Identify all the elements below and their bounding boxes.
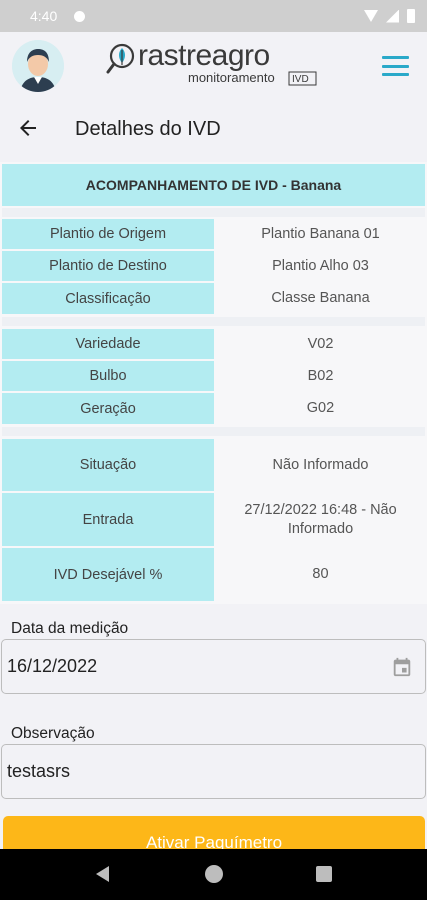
- row-value: 27/12/2022 16:48 - Não Informado: [216, 493, 425, 546]
- nav-recents-icon[interactable]: [316, 866, 332, 882]
- observation-value: testasrs: [7, 761, 71, 781]
- row-value: G02: [216, 393, 425, 424]
- date-field[interactable]: 16/12/2022: [1, 639, 426, 694]
- nav-home-icon[interactable]: [205, 865, 223, 883]
- divider: [2, 427, 425, 436]
- user-avatar-icon: [12, 40, 64, 92]
- logo-badge: IVD: [292, 74, 309, 85]
- signal-icon: [386, 9, 399, 23]
- table-row: Variedade V02: [2, 329, 425, 359]
- divider: [2, 208, 425, 217]
- row-value: Plantio Banana 01: [216, 219, 425, 249]
- row-value: 80: [216, 548, 425, 601]
- row-label: IVD Desejável %: [2, 548, 214, 601]
- row-label: Plantio de Destino: [2, 251, 214, 281]
- row-value: Classe Banana: [216, 283, 425, 314]
- table-row: Bulbo B02: [2, 361, 425, 391]
- date-value: 16/12/2022: [7, 656, 98, 676]
- row-label: Variedade: [2, 329, 214, 359]
- back-arrow-icon[interactable]: [16, 116, 40, 140]
- logo-subtext: monitoramento: [188, 70, 275, 85]
- hamburger-menu-icon[interactable]: [382, 56, 409, 76]
- table-row: Plantio de Origem Plantio Banana 01: [2, 219, 425, 249]
- row-value: Plantio Alho 03: [216, 251, 425, 281]
- table-row: Situação Não Informado: [2, 439, 425, 491]
- wifi-icon: [364, 10, 378, 22]
- avatar[interactable]: [12, 40, 64, 92]
- calendar-icon[interactable]: [391, 656, 413, 678]
- logo-text: rastreagro: [138, 39, 270, 72]
- navigation-bar: [0, 849, 427, 900]
- table-row: Geração G02: [2, 393, 425, 424]
- page-title: Detalhes do IVD: [75, 118, 221, 140]
- observation-field[interactable]: testasrs: [1, 744, 426, 799]
- section-title: ACOMPANHAMENTO DE IVD - Banana: [2, 164, 425, 206]
- title-bar: Detalhes do IVD: [0, 96, 427, 162]
- status-icons: [364, 9, 415, 23]
- status-time: 4:40: [30, 8, 58, 24]
- nav-back-icon[interactable]: [96, 866, 109, 882]
- table-row: IVD Desejável % 80: [2, 548, 425, 601]
- row-label: Situação: [2, 439, 214, 491]
- details-panel: ACOMPANHAMENTO DE IVD - Banana Plantio d…: [0, 162, 427, 604]
- row-label: Entrada: [2, 493, 214, 546]
- row-label: Bulbo: [2, 361, 214, 391]
- row-label: Classificação: [2, 283, 214, 314]
- row-value: Não Informado: [216, 439, 425, 491]
- row-label: Geração: [2, 393, 214, 424]
- row-value: V02: [216, 329, 425, 359]
- status-bar: 4:40: [0, 0, 427, 32]
- table-row: Plantio de Destino Plantio Alho 03: [2, 251, 425, 281]
- row-label: Plantio de Origem: [2, 219, 214, 249]
- table-row: Classificação Classe Banana: [2, 283, 425, 314]
- observation-label: Observação: [11, 725, 95, 742]
- date-label: Data da medição: [11, 620, 129, 637]
- row-value: B02: [216, 361, 425, 391]
- notification-icon: [74, 11, 85, 22]
- table-row: Entrada 27/12/2022 16:48 - Não Informado: [2, 493, 425, 546]
- rastreagro-logo: rastreagro monitoramento IVD: [106, 39, 317, 86]
- divider: [2, 317, 425, 326]
- battery-icon: [407, 9, 415, 23]
- app-header: rastreagro monitoramento IVD: [0, 32, 427, 96]
